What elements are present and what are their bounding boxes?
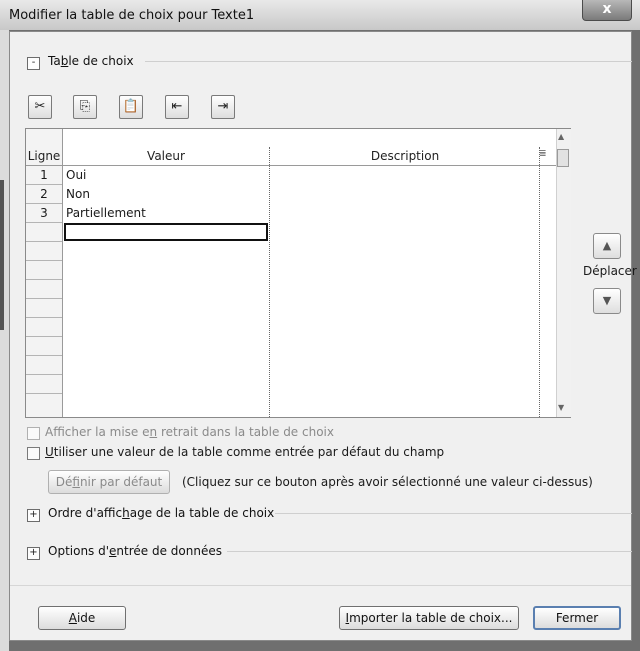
active-edit-cell[interactable] [64, 223, 268, 241]
show-indent-checkbox[interactable] [27, 427, 40, 440]
vertical-scrollbar[interactable] [556, 129, 571, 417]
table-cell-value[interactable]: Non [66, 185, 90, 203]
set-default-button-pre: Dé [55, 475, 73, 489]
cut-icon[interactable]: ✂ [28, 95, 52, 119]
column-divider [269, 147, 270, 417]
copy-icon[interactable]: ⎘ [73, 95, 97, 119]
footer-divider [10, 585, 631, 586]
table-cell-value[interactable]: Oui [66, 166, 86, 184]
section-title-order-pre: Ordre d'affic [48, 506, 123, 520]
import-table-button[interactable]: Importer la table de choix... [339, 606, 519, 630]
table-cell-value[interactable]: Partiellement [66, 204, 146, 222]
set-default-button-post: inir par défaut [79, 475, 163, 489]
set-default-hint: (Cliquez sur ce bouton après avoir sélec… [182, 475, 593, 489]
row-divider [26, 393, 62, 394]
help-button[interactable]: Aide [38, 606, 126, 630]
row-divider [26, 260, 62, 261]
section-title-entry-post: ntrée de données [116, 544, 222, 558]
window-left-border [0, 30, 9, 651]
section-title-entry: Options d'entrée de données [48, 544, 222, 558]
row-divider [26, 298, 62, 299]
column-divider [539, 147, 540, 417]
row-divider [26, 355, 62, 356]
header-divider [26, 165, 556, 166]
use-default-checkbox[interactable] [27, 447, 40, 460]
title-bar[interactable]: Modifier la table de choix pour Texte1 x [0, 0, 640, 30]
move-up-button[interactable]: ▲ [593, 233, 621, 259]
close-button[interactable]: Fermer [533, 606, 621, 630]
row-divider [26, 374, 62, 375]
import-table-button-post: mporter la table de choix... [349, 611, 513, 625]
section-title-entry-pre: Options d' [48, 544, 110, 558]
move-label: Déplacer [583, 264, 637, 278]
section-title-table: Table de choix [48, 54, 134, 68]
use-default-label: Utiliser une valeur de la table comme en… [45, 445, 444, 459]
close-window-button[interactable]: x [582, 0, 632, 21]
row-number: 1 [40, 168, 48, 182]
expand-entry-options-toggle[interactable]: + [27, 547, 40, 560]
row-divider [26, 241, 62, 242]
column-header-row[interactable]: Ligne [26, 147, 62, 165]
column-resize-icon[interactable]: ≣ [539, 149, 547, 159]
set-default-button[interactable]: Définir par défaut [48, 470, 170, 494]
show-indent-label-pre: Afficher la mise e [45, 425, 150, 439]
column-header-description[interactable]: Description [270, 147, 540, 165]
help-button-accel: A [68, 611, 77, 625]
section-title-order: Ordre d'affichage de la table de choix [48, 506, 274, 520]
help-button-post: ide [76, 611, 96, 625]
expand-order-toggle[interactable]: + [27, 509, 40, 522]
row-number: 3 [40, 206, 48, 220]
show-indent-label-accel: n [149, 425, 158, 439]
background-window-edge [0, 180, 4, 330]
move-down-button[interactable]: ▼ [593, 288, 621, 314]
row-number: 2 [40, 187, 48, 201]
collapse-table-toggle[interactable]: - [27, 57, 40, 70]
row-divider [26, 279, 62, 280]
paste-icon[interactable]: 📋 [119, 95, 143, 119]
row-divider [26, 203, 62, 204]
scrollbar-thumb[interactable] [557, 149, 569, 167]
row-divider [26, 184, 62, 185]
row-divider [26, 336, 62, 337]
insert-row-icon[interactable]: ⇤ [165, 95, 189, 119]
use-default-label-post: tiliser une valeur de la table comme ent… [53, 445, 445, 459]
set-default-button-accel: f [72, 475, 80, 489]
choice-table-grid[interactable]: Ligne Valeur Description ≣ 1 Oui 2 Non 3… [25, 128, 571, 418]
scroll-up-icon[interactable]: ▲ [558, 132, 564, 141]
delete-row-icon[interactable]: ⇥ [211, 95, 235, 119]
section-divider [227, 551, 632, 552]
section-title-order-accel: h [122, 506, 130, 520]
section-divider [275, 513, 632, 514]
scroll-down-icon[interactable]: ▼ [558, 403, 564, 412]
section-title-table-pre: Ta [48, 54, 61, 68]
section-title-table-post: le de choix [68, 54, 134, 68]
section-title-order-post: age de la table de choix [129, 506, 275, 520]
show-indent-label-post: retrait dans la table de choix [157, 425, 334, 439]
window-title: Modifier la table de choix pour Texte1 [9, 8, 255, 23]
show-indent-label: Afficher la mise en retrait dans la tabl… [45, 425, 334, 439]
section-divider [145, 61, 632, 62]
row-divider [26, 317, 62, 318]
column-header-value[interactable]: Valeur [63, 147, 269, 165]
use-default-label-accel: U [45, 445, 54, 459]
row-divider [26, 222, 62, 223]
